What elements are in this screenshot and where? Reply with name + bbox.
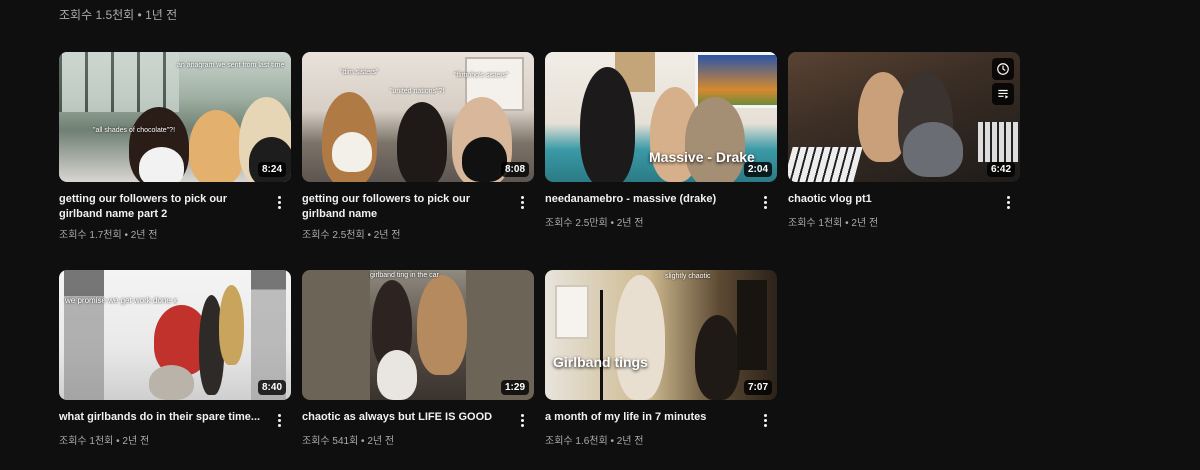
video-card[interactable]: slightly chaotic Girlband tings 7:07 a m… <box>545 270 777 447</box>
video-title[interactable]: getting our followers to pick our girlba… <box>302 192 514 222</box>
clock-icon[interactable] <box>992 58 1014 80</box>
video-thumbnail[interactable]: an anagram we sent from last time "all s… <box>59 52 291 182</box>
meta-separator: • <box>364 230 374 241</box>
more-vert-icon[interactable] <box>271 192 287 222</box>
view-count: 조회수 2.5만회 <box>545 218 608 229</box>
upload-age: 2년 전 <box>130 230 158 241</box>
thumbnail-caption: "united nations"?! <box>390 88 445 95</box>
thumbnail-caption: we promise we get work done x <box>65 296 178 305</box>
thumbnail-caption: "dim sisters" <box>340 69 379 76</box>
upload-age: 2년 전 <box>616 436 644 447</box>
meta-separator: • <box>121 230 131 241</box>
video-title[interactable]: a month of my life in 7 minutes <box>545 410 757 428</box>
video-meta: 조회수 1.6천회 • 2년 전 <box>545 432 777 447</box>
video-meta: 조회수 2.5천회 • 2년 전 <box>302 226 534 241</box>
video-meta: 조회수 2.5만회 • 2년 전 <box>545 214 777 229</box>
video-card[interactable]: 6:42 chaotic vlog pt1 조회수 1천회 • 2년 전 <box>788 52 1020 229</box>
meta-separator: • <box>607 436 617 447</box>
video-meta: 조회수 1.7천회 • 2년 전 <box>59 226 291 241</box>
more-vert-icon[interactable] <box>757 192 773 210</box>
video-title[interactable]: chaotic as always but LIFE IS GOOD <box>302 410 514 428</box>
thumbnail-caption: slightly chaotic <box>665 273 711 280</box>
upload-age: 2년 전 <box>122 436 150 447</box>
thumbnail-caption: girlband ting in the car <box>370 272 439 279</box>
duration-badge: 8:24 <box>257 162 286 177</box>
meta-separator: • <box>607 218 617 229</box>
more-vert-icon[interactable] <box>514 410 530 428</box>
view-count: 조회수 1천회 <box>59 436 114 447</box>
video-thumbnail[interactable]: "dim sisters" "united nations"?! "flirti… <box>302 52 534 182</box>
queue-icon[interactable] <box>992 83 1014 105</box>
video-meta: 조회수 1.5천회 • 1년 전 <box>59 8 178 22</box>
meta-separator: • <box>358 436 368 447</box>
video-meta: 조회수 541회 • 2년 전 <box>302 432 534 447</box>
upload-age: 2년 전 <box>616 218 644 229</box>
upload-age: 2년 전 <box>373 230 401 241</box>
view-count: 조회수 1천회 <box>788 218 843 229</box>
more-vert-icon[interactable] <box>514 192 530 222</box>
duration-badge: 6:42 <box>986 162 1015 177</box>
view-count: 조회수 541회 <box>302 436 359 447</box>
video-card[interactable]: Massive - Drake 2:04 needanamebro - mass… <box>545 52 777 229</box>
thumbnail-overlay-text: Massive - Drake <box>649 149 755 165</box>
video-card[interactable]: an anagram we sent from last time "all s… <box>59 52 291 241</box>
view-count: 조회수 1.6천회 <box>545 436 608 447</box>
video-card[interactable]: girlband ting in the car 1:29 chaotic as… <box>302 270 534 447</box>
thumbnail-caption: "flirtinho's sisters" <box>454 72 509 79</box>
video-thumbnail[interactable]: girlband ting in the car 1:29 <box>302 270 534 400</box>
duration-badge: 2:04 <box>743 162 772 177</box>
more-vert-icon[interactable] <box>271 410 287 428</box>
duration-badge: 8:08 <box>500 162 529 177</box>
video-thumbnail[interactable]: 6:42 <box>788 52 1020 182</box>
video-meta-clipped <box>302 0 402 2</box>
video-thumbnail[interactable]: Massive - Drake 2:04 <box>545 52 777 182</box>
upload-age: 2년 전 <box>367 436 395 447</box>
video-title[interactable]: chaotic vlog pt1 <box>788 192 1000 210</box>
video-title[interactable]: what girlbands do in their spare time... <box>59 410 271 428</box>
previous-row: 조회수 1.5천회 • 1년 전 <box>0 0 1200 24</box>
thumbnail-caption: an anagram we sent from last time <box>177 62 285 69</box>
video-meta: 조회수 1천회 • 2년 전 <box>788 214 1020 229</box>
more-vert-icon[interactable] <box>757 410 773 428</box>
video-card[interactable]: "dim sisters" "united nations"?! "flirti… <box>302 52 534 241</box>
more-vert-icon[interactable] <box>1000 192 1016 210</box>
duration-badge: 7:07 <box>743 380 772 395</box>
duration-badge: 1:29 <box>500 380 529 395</box>
video-title[interactable]: needanamebro - massive (drake) <box>545 192 757 210</box>
thumbnail-caption: "all shades of chocolate"?! <box>93 127 176 134</box>
video-title[interactable]: getting our followers to pick our girlba… <box>59 192 271 222</box>
video-card[interactable]: we promise we get work done x 8:40 what … <box>59 270 291 447</box>
duration-badge: 8:40 <box>257 380 286 395</box>
upload-age: 2년 전 <box>851 218 879 229</box>
video-meta: 조회수 1천회 • 2년 전 <box>59 432 291 447</box>
thumbnail-overlay-text: Girlband tings <box>553 354 648 370</box>
view-count: 조회수 2.5천회 <box>302 230 365 241</box>
view-count: 조회수 1.7천회 <box>59 230 122 241</box>
video-thumbnail[interactable]: slightly chaotic Girlband tings 7:07 <box>545 270 777 400</box>
video-thumbnail[interactable]: we promise we get work done x 8:40 <box>59 270 291 400</box>
